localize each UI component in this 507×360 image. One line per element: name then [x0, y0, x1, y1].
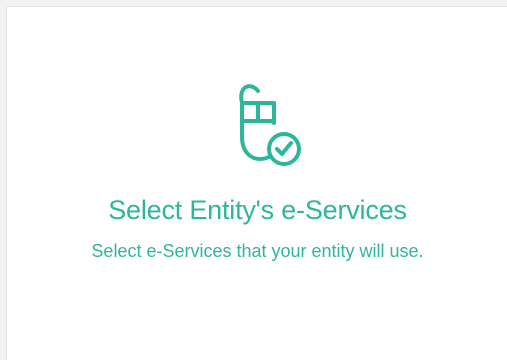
- mouse-check-icon: [228, 77, 308, 177]
- empty-state-title: Select Entity's e-Services: [108, 195, 407, 225]
- empty-state-subtitle: Select e-Services that your entity will …: [91, 241, 424, 261]
- empty-state-card: Select Entity's e-Services Select e-Serv…: [6, 6, 507, 360]
